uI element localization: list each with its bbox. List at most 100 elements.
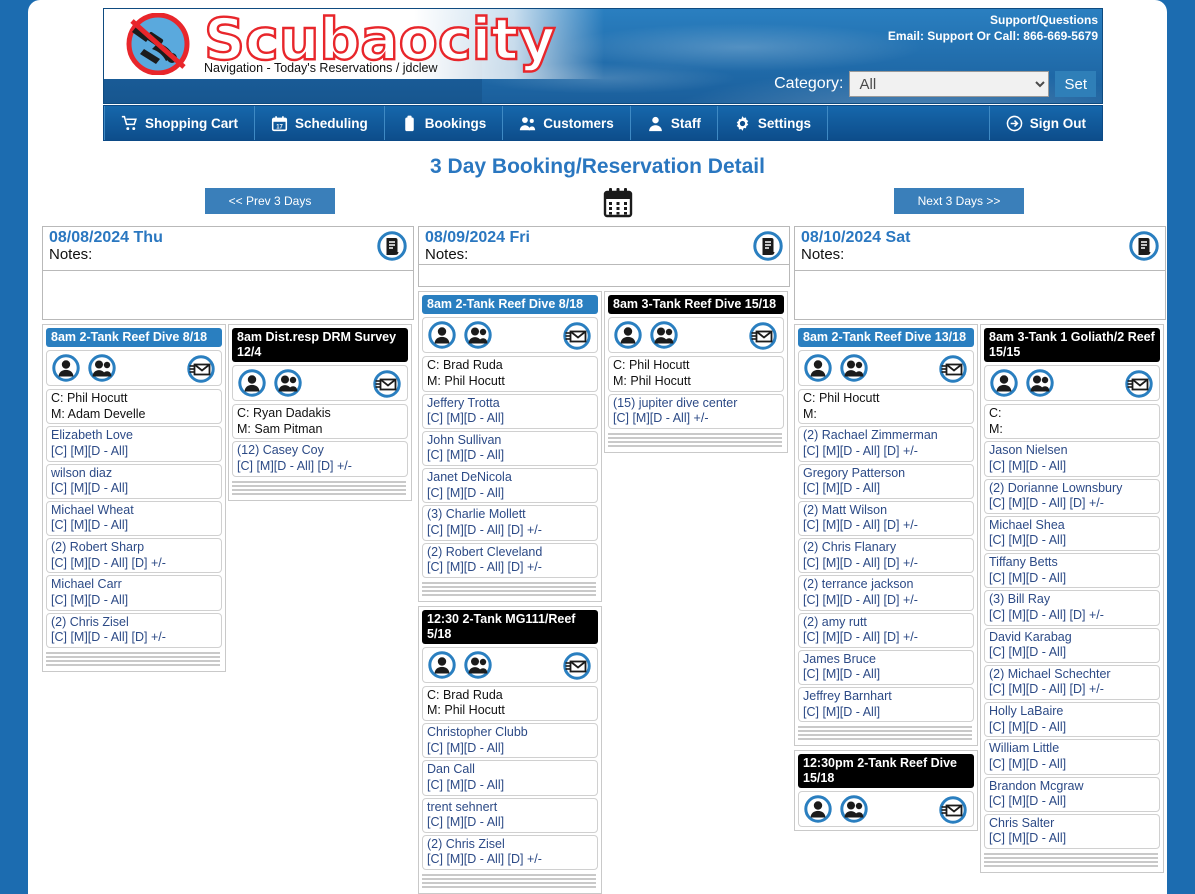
passenger-row[interactable]: William Little[C] [M][D - All] (984, 739, 1160, 774)
email-icon[interactable] (187, 355, 215, 383)
email-icon[interactable] (1125, 370, 1153, 398)
passenger-row[interactable]: James Bruce[C] [M][D - All] (798, 650, 974, 685)
passenger-tags[interactable]: [C] [M][D - All] (989, 459, 1155, 475)
trip-title[interactable]: 12:30pm 2-Tank Reef Dive 15/18 (798, 754, 974, 788)
passenger-tags[interactable]: [C] [M][D - All] (427, 486, 593, 502)
passenger-tags[interactable]: [C] [M][D - All] (427, 411, 593, 427)
passenger-tags[interactable]: [C] [M][D - All] (51, 444, 217, 460)
trip-title[interactable]: 8am 3-Tank Reef Dive 15/18 (608, 295, 784, 314)
passenger-tags[interactable]: [C] [M][D - All] [D] +/- (427, 852, 593, 868)
passenger-tags[interactable]: [C] [M][D - All] (51, 481, 217, 497)
passenger-row[interactable]: Michael Wheat[C] [M][D - All] (46, 501, 222, 536)
passenger-row[interactable]: (3) Bill Ray[C] [M][D - All] [D] +/- (984, 590, 1160, 625)
passenger-tags[interactable]: [C] [M][D - All] [D] +/- (803, 556, 969, 572)
passenger-row[interactable]: Christopher Clubb[C] [M][D - All] (422, 723, 598, 758)
passenger-row[interactable]: Chris Salter[C] [M][D - All] (984, 814, 1160, 849)
single-person-icon[interactable] (52, 354, 80, 382)
category-select[interactable]: All (849, 71, 1049, 97)
passenger-row[interactable]: Jeffery Trotta[C] [M][D - All] (422, 394, 598, 429)
passenger-tags[interactable]: [C] [M][D - All] (989, 571, 1155, 587)
passenger-row[interactable]: Jason Nielsen[C] [M][D - All] (984, 441, 1160, 476)
passenger-tags[interactable]: [C] [M][D - All] (989, 645, 1155, 661)
passenger-tags[interactable]: [C] [M][D - All] (989, 831, 1155, 847)
passenger-row[interactable]: (2) terrance jackson[C] [M][D - All] [D]… (798, 575, 974, 610)
passenger-tags[interactable]: [C] [M][D - All] [D] +/- (989, 608, 1155, 624)
group-people-icon[interactable] (840, 795, 868, 823)
passenger-tags[interactable]: [C] [M][D - All] (989, 794, 1155, 810)
set-category-button[interactable]: Set (1055, 71, 1096, 97)
trip-title[interactable]: 8am 3-Tank 1 Goliath/2 Reef 15/15 (984, 328, 1160, 362)
email-icon[interactable] (939, 355, 967, 383)
trip-title[interactable]: 8am Dist.resp DRM Survey 12/4 (232, 328, 408, 362)
passenger-tags[interactable]: [C] [M][D - All] (427, 448, 593, 464)
trip-title[interactable]: 12:30 2-Tank MG111/Reef 5/18 (422, 610, 598, 644)
trip-title[interactable]: 8am 2-Tank Reef Dive 8/18 (46, 328, 222, 347)
nav-item-shopping-cart[interactable]: Shopping Cart (104, 106, 255, 140)
group-people-icon[interactable] (464, 321, 492, 349)
single-person-icon[interactable] (804, 795, 832, 823)
group-people-icon[interactable] (1026, 369, 1054, 397)
next-3-days-button[interactable]: Next 3 Days >> (894, 188, 1024, 214)
passenger-tags[interactable]: [C] [M][D - All] (427, 815, 593, 831)
passenger-row[interactable]: Tiffany Betts[C] [M][D - All] (984, 553, 1160, 588)
passenger-row[interactable]: Dan Call[C] [M][D - All] (422, 760, 598, 795)
passenger-row[interactable]: (2) Robert Sharp[C] [M][D - All] [D] +/- (46, 538, 222, 573)
passenger-tags[interactable]: [C] [M][D - All] (51, 518, 217, 534)
passenger-row[interactable]: Jeffrey Barnhart[C] [M][D - All] (798, 687, 974, 722)
passenger-tags[interactable]: [C] [M][D - All] (427, 778, 593, 794)
passenger-row[interactable]: Holly LaBaire[C] [M][D - All] (984, 702, 1160, 737)
single-person-icon[interactable] (614, 321, 642, 349)
passenger-tags[interactable]: [C] [M][D - All] [D] +/- (237, 459, 403, 475)
passenger-row[interactable]: (2) Dorianne Lownsbury[C] [M][D - All] [… (984, 479, 1160, 514)
day-notes-field[interactable] (794, 270, 1166, 320)
passenger-tags[interactable]: [C] [M][D - All] (803, 667, 969, 683)
group-people-icon[interactable] (88, 354, 116, 382)
nav-item-staff[interactable]: Staff (631, 106, 718, 140)
passenger-tags[interactable]: [C] [M][D - All] [D] +/- (803, 593, 969, 609)
single-person-icon[interactable] (804, 354, 832, 382)
passenger-row[interactable]: (3) Charlie Mollett[C] [M][D - All] [D] … (422, 505, 598, 540)
passenger-row[interactable]: trent sehnert[C] [M][D - All] (422, 798, 598, 833)
day-document-icon[interactable] (753, 231, 783, 261)
passenger-row[interactable]: (2) Chris Flanary[C] [M][D - All] [D] +/… (798, 538, 974, 573)
passenger-tags[interactable]: [C] [M][D - All] (989, 533, 1155, 549)
passenger-tags[interactable]: [C] [M][D - All] [D] +/- (427, 523, 593, 539)
nav-item-customers[interactable]: Customers (503, 106, 631, 140)
passenger-tags[interactable]: [C] [M][D - All] [D] +/- (51, 556, 217, 572)
passenger-row[interactable]: Gregory Patterson[C] [M][D - All] (798, 464, 974, 499)
prev-3-days-button[interactable]: << Prev 3 Days (205, 188, 335, 214)
passenger-row[interactable]: Brandon Mcgraw[C] [M][D - All] (984, 777, 1160, 812)
passenger-row[interactable]: (12) Casey Coy[C] [M][D - All] [D] +/- (232, 441, 408, 476)
passenger-row[interactable]: (2) Chris Zisel[C] [M][D - All] [D] +/- (46, 613, 222, 648)
passenger-row[interactable]: Janet DeNicola[C] [M][D - All] (422, 468, 598, 503)
nav-item-bookings[interactable]: Bookings (385, 106, 504, 140)
passenger-tags[interactable]: [C] [M][D - All] (51, 593, 217, 609)
passenger-tags[interactable]: [C] [M][D - All] [D] +/- (803, 518, 969, 534)
passenger-row[interactable]: (2) amy rutt[C] [M][D - All] [D] +/- (798, 613, 974, 648)
email-icon[interactable] (563, 652, 591, 680)
trip-title[interactable]: 8am 2-Tank Reef Dive 13/18 (798, 328, 974, 347)
day-document-icon[interactable] (1129, 231, 1159, 261)
passenger-row[interactable]: (2) Rachael Zimmerman[C] [M][D - All] [D… (798, 426, 974, 461)
passenger-row[interactable]: (2) Matt Wilson[C] [M][D - All] [D] +/- (798, 501, 974, 536)
group-people-icon[interactable] (650, 321, 678, 349)
passenger-tags[interactable]: [C] [M][D - All] (803, 705, 969, 721)
passenger-row[interactable]: Michael Carr[C] [M][D - All] (46, 575, 222, 610)
single-person-icon[interactable] (238, 369, 266, 397)
passenger-tags[interactable]: [C] [M][D - All] (989, 720, 1155, 736)
passenger-row[interactable]: (15) jupiter dive center[C] [M][D - All]… (608, 394, 784, 429)
passenger-row[interactable]: Michael Shea[C] [M][D - All] (984, 516, 1160, 551)
group-people-icon[interactable] (274, 369, 302, 397)
calendar-picker-icon[interactable] (602, 186, 634, 218)
email-icon[interactable] (373, 370, 401, 398)
group-people-icon[interactable] (464, 651, 492, 679)
passenger-tags[interactable]: [C] [M][D - All] [D] +/- (989, 682, 1155, 698)
email-icon[interactable] (749, 322, 777, 350)
passenger-row[interactable]: Elizabeth Love[C] [M][D - All] (46, 426, 222, 461)
passenger-tags[interactable]: [C] [M][D - All] [D] +/- (803, 444, 969, 460)
passenger-row[interactable]: David Karabag[C] [M][D - All] (984, 628, 1160, 663)
nav-item-settings[interactable]: Settings (718, 106, 828, 140)
passenger-tags[interactable]: [C] [M][D - All] [D] +/- (427, 560, 593, 576)
passenger-tags[interactable]: [C] [M][D - All] [D] +/- (51, 630, 217, 646)
email-icon[interactable] (939, 796, 967, 824)
